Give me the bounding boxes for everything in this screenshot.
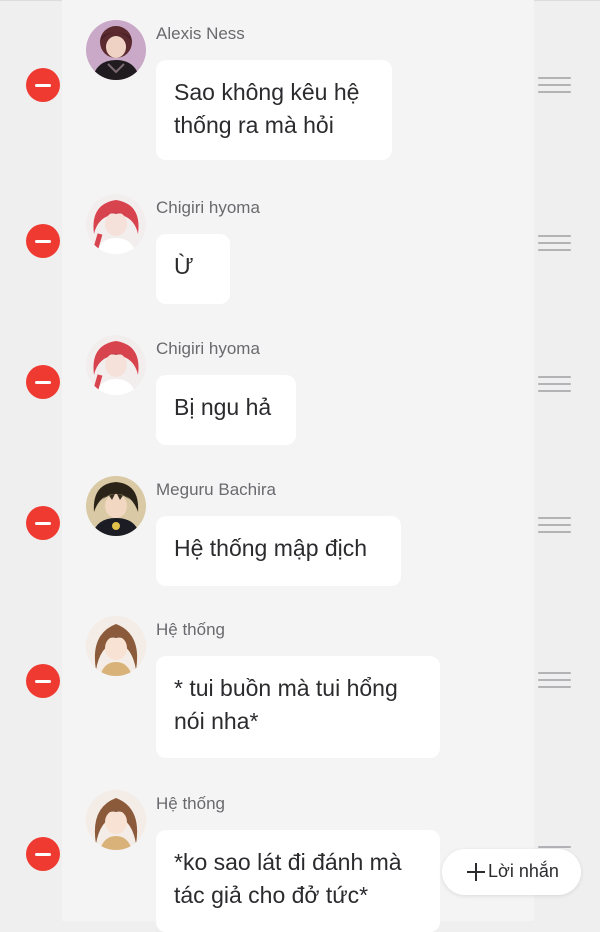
message-bubble: Sao không kêu hệ thống ra mà hỏi	[156, 60, 392, 160]
add-message-label: Lời nhắn	[488, 861, 559, 881]
sender-name: Hệ thống	[156, 620, 225, 639]
avatar	[86, 476, 146, 536]
message-bubble: Bị ngu hả	[156, 375, 296, 445]
sender-name: Meguru Bachira	[156, 480, 277, 499]
message-item: Alexis Ness Sao không kêu hệ thống ra mà…	[0, 20, 600, 170]
avatar	[86, 335, 146, 395]
delete-message-button[interactable]	[26, 506, 60, 540]
sender-name: Chigiri hyoma	[156, 339, 260, 358]
add-message-button[interactable]: Lời nhắn	[442, 849, 581, 895]
message-item: Meguru Bachira Hệ thống mập địch	[0, 476, 600, 596]
message-bubble: Ừ	[156, 234, 230, 304]
sender-name: Hệ thống	[156, 794, 225, 813]
delete-message-button[interactable]	[26, 224, 60, 258]
message-item: Hệ thống * tui buồn mà tui hổng nói nha*	[0, 616, 600, 766]
message-item: Chigiri hyoma Ừ	[0, 194, 600, 314]
drag-handle-icon[interactable]	[538, 77, 571, 93]
delete-message-button[interactable]	[26, 68, 60, 102]
message-bubble: Hệ thống mập địch	[156, 516, 401, 586]
drag-handle-icon[interactable]	[538, 672, 571, 688]
avatar	[86, 790, 146, 850]
avatar	[86, 194, 146, 254]
drag-handle-icon[interactable]	[538, 517, 571, 533]
delete-message-button[interactable]	[26, 365, 60, 399]
message-bubble: * tui buồn mà tui hổng nói nha*	[156, 656, 440, 758]
avatar	[86, 616, 146, 676]
sender-name: Chigiri hyoma	[156, 198, 260, 217]
delete-message-button[interactable]	[26, 664, 60, 698]
plus-icon	[467, 863, 485, 881]
delete-message-button[interactable]	[26, 837, 60, 871]
message-item: Chigiri hyoma Bị ngu hả	[0, 335, 600, 455]
sender-name: Alexis Ness	[156, 24, 245, 43]
message-bubble: *ko sao lát đi đánh mà tác giả cho đở tứ…	[156, 830, 440, 932]
drag-handle-icon[interactable]	[538, 235, 571, 251]
drag-handle-icon[interactable]	[538, 376, 571, 392]
avatar	[86, 20, 146, 80]
